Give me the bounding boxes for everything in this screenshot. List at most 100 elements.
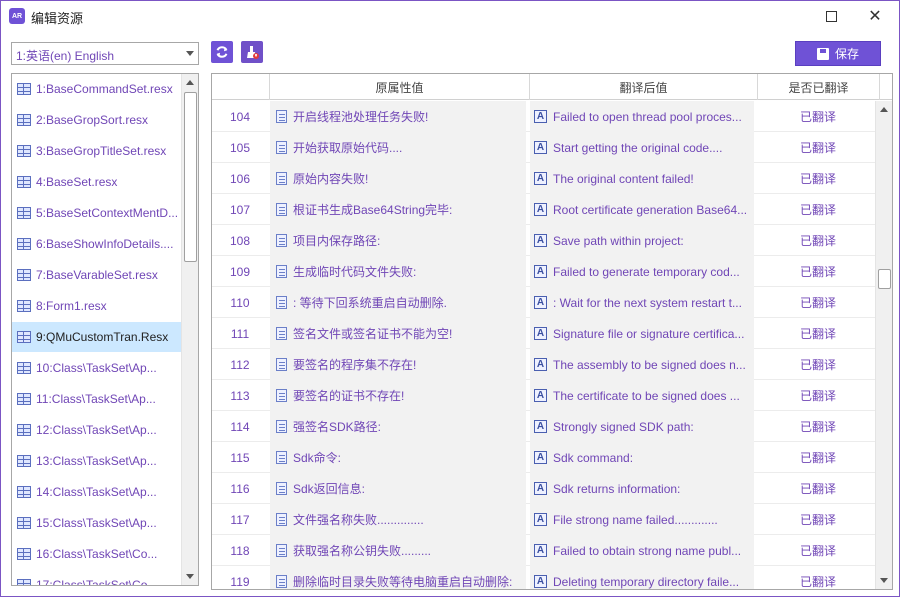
file-list-item[interactable]: 7:BaseVarableSet.resx: [12, 260, 182, 290]
file-list-item[interactable]: 17:Class\TaskSet\Co...: [12, 570, 182, 585]
original-value-cell[interactable]: 根证书生成Base64String完毕:: [270, 194, 526, 225]
file-list-item[interactable]: 2:BaseGropSort.resx: [12, 105, 182, 135]
translated-value-cell[interactable]: A The original content failed!: [530, 163, 754, 194]
table-row[interactable]: 111 签名文件或签名证书不能为空! A Signature file or si…: [212, 318, 876, 349]
close-icon: ✕: [868, 8, 882, 25]
letter-a-icon: A: [534, 482, 547, 495]
original-value-cell[interactable]: 文件强名称失败..............: [270, 504, 526, 535]
table-row[interactable]: 105 开始获取原始代码.... A Start getting the orig…: [212, 132, 876, 163]
save-button[interactable]: 保存: [795, 41, 881, 66]
translated-value-cell[interactable]: A: Wait for the next system restart t...: [530, 287, 754, 318]
floppy-disk-icon: [816, 47, 829, 60]
file-list-item[interactable]: 12:Class\TaskSet\Ap...: [12, 415, 182, 445]
table-row[interactable]: 110 : 等待下回系统重启自动删除. A: Wait for the next…: [212, 287, 876, 318]
table-row[interactable]: 115 Sdk命令: A Sdk command: 已翻译: [212, 442, 876, 473]
scroll-up-button[interactable]: [876, 101, 892, 118]
original-value-cell[interactable]: 删除临时目录失败等待电脑重启自动删除:: [270, 566, 526, 589]
original-value-cell[interactable]: 签名文件或签名证书不能为空!: [270, 318, 526, 349]
original-value-cell[interactable]: 开始获取原始代码....: [270, 132, 526, 163]
file-list-item[interactable]: 13:Class\TaskSet\Ap...: [12, 446, 182, 476]
translated-value-cell[interactable]: A Failed to obtain strong name publ...: [530, 535, 754, 566]
table-row[interactable]: 112 要签名的程序集不存在! A The assembly to be sign…: [212, 349, 876, 380]
original-value-cell[interactable]: Sdk返回信息:: [270, 473, 526, 504]
file-list-item[interactable]: 16:Class\TaskSet\Co...: [12, 539, 182, 569]
table-icon: [17, 548, 31, 560]
row-number: 110: [230, 295, 250, 310]
original-value-cell[interactable]: 开启线程池处理任务失败!: [270, 101, 526, 132]
translated-value-cell[interactable]: A Failed to generate temporary cod...: [530, 256, 754, 287]
refresh-button[interactable]: [211, 41, 233, 63]
file-name: 4:BaseSet.resx: [36, 175, 118, 189]
original-value-cell[interactable]: 要签名的证书不存在!: [270, 380, 526, 411]
original-value-cell[interactable]: 生成临时代码文件失败:: [270, 256, 526, 287]
language-select[interactable]: 1:英语(en) English: [11, 42, 199, 65]
scroll-down-button[interactable]: [876, 572, 892, 589]
scroll-down-button[interactable]: [182, 568, 198, 585]
original-value-cell[interactable]: Sdk命令:: [270, 442, 526, 473]
translated-value-cell[interactable]: A Sdk returns information:: [530, 473, 754, 504]
file-list-item[interactable]: 10:Class\TaskSet\Ap...: [12, 353, 182, 383]
file-list-item[interactable]: 14:Class\TaskSet\Ap...: [12, 477, 182, 507]
file-list-scrollbar[interactable]: [181, 74, 198, 585]
translated-status: 已翻译: [799, 172, 836, 186]
file-list-item[interactable]: 4:BaseSet.resx: [12, 167, 182, 197]
close-button[interactable]: ✕: [853, 1, 897, 31]
table-row[interactable]: 113 要签名的证书不存在! A The certificate to be si…: [212, 380, 876, 411]
original-value-cell[interactable]: 项目内保存路径:: [270, 225, 526, 256]
table-row[interactable]: 109 生成临时代码文件失败: A Failed to generate temp…: [212, 256, 876, 287]
translated-value-cell[interactable]: A Failed to open thread pool proces...: [530, 101, 754, 132]
file-list-item[interactable]: 8:Form1.resx: [12, 291, 182, 321]
row-number: 114: [230, 419, 250, 434]
scroll-up-button[interactable]: [182, 74, 198, 91]
translated-status: 已翻译: [799, 234, 836, 248]
original-value-cell[interactable]: : 等待下回系统重启自动删除.: [270, 287, 526, 318]
original-value-cell[interactable]: 获取强名称公钥失败.........: [270, 535, 526, 566]
header-translated-value[interactable]: 翻译后值: [530, 74, 758, 100]
original-value-cell[interactable]: 要签名的程序集不存在!: [270, 349, 526, 380]
translated-value-cell[interactable]: A Signature file or signature certifica..…: [530, 318, 754, 349]
header-number: [212, 74, 270, 100]
table-row[interactable]: 107 根证书生成Base64String完毕: A Root certifica…: [212, 194, 876, 225]
translated-value-cell[interactable]: A Root certificate generation Base64...: [530, 194, 754, 225]
table-row[interactable]: 119 删除临时目录失败等待电脑重启自动删除: A Deleting tempor…: [212, 566, 876, 589]
file-list-item[interactable]: 6:BaseShowInfoDetails....: [12, 229, 182, 259]
header-is-translated[interactable]: 是否已翻译: [758, 74, 880, 100]
table-row[interactable]: 117 文件强名称失败.............. A File strong n…: [212, 504, 876, 535]
table-row[interactable]: 116 Sdk返回信息: A Sdk returns information: 已…: [212, 473, 876, 504]
translated-value-cell[interactable]: A Start getting the original code....: [530, 132, 754, 163]
scrollbar-thumb[interactable]: [184, 92, 197, 262]
original-value-cell[interactable]: 原始内容失败!: [270, 163, 526, 194]
scrollbar-thumb[interactable]: [878, 269, 891, 289]
translated-value-cell[interactable]: A The assembly to be signed does n...: [530, 349, 754, 380]
translated-value-cell[interactable]: A File strong name failed.............: [530, 504, 754, 535]
table-scrollbar[interactable]: [875, 101, 892, 589]
clean-button[interactable]: [241, 41, 263, 63]
table-row[interactable]: 108 项目内保存路径: A Save path within project: …: [212, 225, 876, 256]
letter-a-icon: A: [534, 203, 547, 216]
letter-a-icon: A: [534, 575, 547, 588]
table-icon: [17, 517, 31, 529]
translated-value-cell[interactable]: A Sdk command:: [530, 442, 754, 473]
file-list-item[interactable]: 11:Class\TaskSet\Ap...: [12, 384, 182, 414]
table-row[interactable]: 114 强签名SDK路径: A Strongly signed SDK path:…: [212, 411, 876, 442]
file-list-item[interactable]: 15:Class\TaskSet\Ap...: [12, 508, 182, 538]
file-list-item-selected[interactable]: 9:QMuCustomTran.Resx: [12, 322, 182, 352]
header-original-value[interactable]: 原属性值: [270, 74, 530, 100]
table-row[interactable]: 106 原始内容失败! A The original content failed…: [212, 163, 876, 194]
original-value-cell[interactable]: 强签名SDK路径:: [270, 411, 526, 442]
maximize-button[interactable]: [809, 1, 853, 31]
row-number: 119: [230, 574, 250, 589]
translated-value-cell[interactable]: A Strongly signed SDK path:: [530, 411, 754, 442]
table-row[interactable]: 104 开启线程池处理任务失败! A Failed to open thread …: [212, 101, 876, 132]
table-row[interactable]: 118 获取强名称公钥失败......... A Failed to obtain…: [212, 535, 876, 566]
letter-a-icon: A: [534, 141, 547, 154]
chevron-down-icon: [186, 51, 194, 56]
translated-value-cell[interactable]: A Save path within project:: [530, 225, 754, 256]
translated-value-cell[interactable]: A Deleting temporary directory faile...: [530, 566, 754, 589]
file-list-item[interactable]: 5:BaseSetContextMentD...: [12, 198, 182, 228]
file-list-item[interactable]: 1:BaseCommandSet.resx: [12, 74, 182, 104]
original-value: 生成临时代码文件失败:: [293, 265, 417, 279]
translated-value: Sdk command:: [553, 450, 634, 465]
translated-value-cell[interactable]: A The certificate to be signed does ...: [530, 380, 754, 411]
file-list-item[interactable]: 3:BaseGropTitleSet.resx: [12, 136, 182, 166]
